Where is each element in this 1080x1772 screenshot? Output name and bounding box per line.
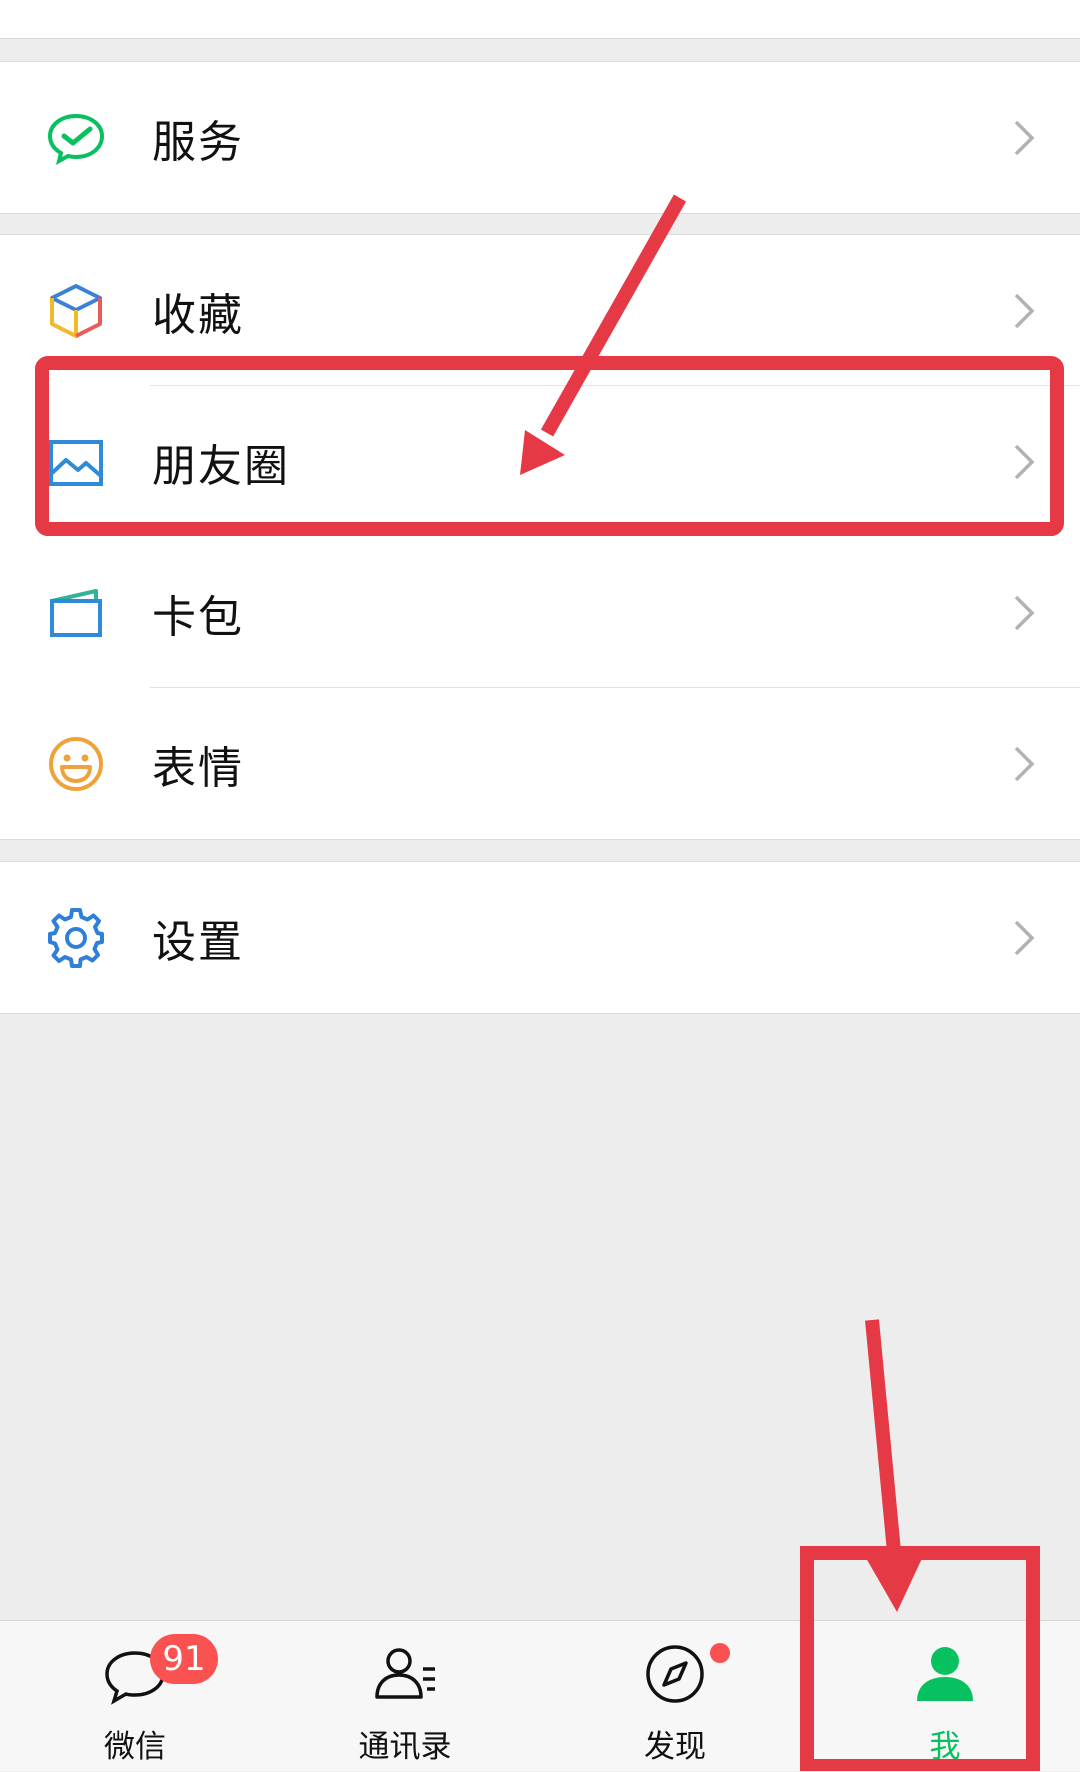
tab-label: 发现 — [644, 1729, 706, 1765]
menu-group-service: 服务 — [0, 61, 1080, 214]
menu-item-moments[interactable]: 朋友圈 — [0, 386, 1080, 537]
person-icon — [917, 1647, 973, 1701]
tab-label: 微信 — [104, 1729, 166, 1765]
menu-item-label: 设置 — [152, 916, 244, 968]
menu-item-label: 朋友圈 — [152, 440, 290, 492]
notification-dot — [710, 1643, 730, 1663]
menu-group-settings: 设置 — [0, 861, 1080, 1014]
arrow-to-me-tab-head — [866, 1554, 924, 1612]
menu-item-service[interactable]: 服务 — [0, 62, 1080, 213]
tab-discover[interactable]: 发现 — [540, 1621, 810, 1772]
moments-photo-icon — [46, 432, 106, 492]
bottom-tab-bar: 91 微信 通讯录 发现 我 — [0, 1620, 1080, 1771]
chevron-right-icon — [1014, 746, 1035, 781]
top-strip — [0, 0, 1080, 39]
menu-item-label: 卡包 — [152, 591, 244, 643]
arrow-to-me-tab — [865, 1319, 902, 1563]
menu-item-settings[interactable]: 设置 — [0, 862, 1080, 1013]
smiley-face-icon — [46, 734, 106, 794]
tab-contacts[interactable]: 通讯录 — [270, 1621, 540, 1772]
tab-chats[interactable]: 91 微信 — [0, 1621, 270, 1772]
card-wallet-icon — [46, 583, 106, 643]
menu-item-favorites[interactable]: 收藏 — [0, 235, 1080, 386]
gear-icon — [46, 907, 106, 968]
menu-item-cards[interactable]: 卡包 — [0, 537, 1080, 688]
unread-badge: 91 — [150, 1634, 218, 1684]
service-check-icon — [46, 108, 106, 168]
menu-item-label: 表情 — [152, 742, 244, 794]
chevron-right-icon — [1014, 444, 1035, 479]
menu-item-stickers[interactable]: 表情 — [0, 688, 1080, 839]
menu-item-label: 服务 — [152, 116, 244, 168]
tab-me[interactable]: 我 — [810, 1621, 1080, 1772]
compass-icon — [646, 1645, 704, 1703]
menu-group-main: 收藏 朋友圈 卡包 表情 — [0, 234, 1080, 840]
menu-item-label: 收藏 — [152, 289, 244, 341]
tab-label: 通讯录 — [358, 1729, 452, 1765]
favorites-cube-icon — [46, 281, 106, 341]
chevron-right-icon — [1014, 120, 1035, 155]
contacts-icon — [375, 1648, 435, 1699]
chevron-right-icon — [1014, 920, 1035, 955]
chevron-right-icon — [1014, 293, 1035, 328]
chevron-right-icon — [1014, 595, 1035, 630]
tab-label: 我 — [929, 1729, 961, 1765]
